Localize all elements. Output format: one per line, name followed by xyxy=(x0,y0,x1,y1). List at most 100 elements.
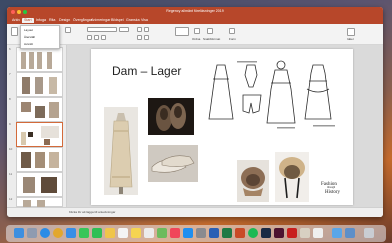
indesign-icon[interactable] xyxy=(274,228,284,238)
layout-dropdown-menu: Layout Återställ Avsnitt xyxy=(20,25,60,49)
menu-item-layout[interactable]: Layout xyxy=(24,28,33,32)
thumb-figure xyxy=(22,77,30,94)
paste-button[interactable] xyxy=(11,27,18,36)
tab-start[interactable]: Start xyxy=(22,17,34,23)
music-icon[interactable] xyxy=(170,228,180,238)
thumb-figure xyxy=(23,177,35,193)
slide-thumbnail[interactable] xyxy=(16,72,63,97)
thumb-figure xyxy=(21,132,26,145)
slide-title[interactable]: Dam – Lager xyxy=(112,64,181,78)
thumb-figure xyxy=(49,102,59,118)
undergarments-illustration[interactable] xyxy=(203,59,353,157)
preview-icon[interactable] xyxy=(300,228,310,238)
tab-arkiv[interactable]: Arkiv xyxy=(10,18,22,23)
textedit-icon[interactable] xyxy=(313,228,323,238)
notes-icon[interactable] xyxy=(131,228,141,238)
shoes-photo-dark[interactable] xyxy=(148,98,194,135)
ideas-button[interactable] xyxy=(347,28,355,36)
acrobat-icon[interactable] xyxy=(287,228,297,238)
thumb-figure xyxy=(41,126,59,138)
slide-editing-area: Dam – Lager Fashion through History xyxy=(67,45,383,207)
word-icon[interactable] xyxy=(209,228,219,238)
thumb-figure xyxy=(41,177,57,193)
notes-placeholder[interactable]: Klicka för att lägga till anteckningar xyxy=(69,210,115,214)
bullets-button[interactable] xyxy=(137,27,142,32)
window-title: Regency allmänt föreläsninger 2019 xyxy=(166,9,224,13)
thumb-figure xyxy=(21,102,31,112)
bonnet-photo-1[interactable] xyxy=(237,160,269,202)
slide-thumbnails-pane: 6 7 8 9 10 11 12 xyxy=(7,45,67,207)
thumb-figure xyxy=(37,200,45,207)
shape-format-label: Form xyxy=(229,37,236,41)
shapes-button[interactable] xyxy=(175,27,189,36)
tab-design[interactable]: Design xyxy=(57,18,72,23)
thumb-figure xyxy=(49,77,57,94)
font-box[interactable] xyxy=(87,27,117,32)
launchpad-icon[interactable] xyxy=(27,228,37,238)
arrange-label: Ordna xyxy=(192,37,201,41)
trash-icon[interactable] xyxy=(364,228,374,238)
powerpoint-icon[interactable] xyxy=(235,228,245,238)
quick-styles-button[interactable] xyxy=(207,28,213,34)
shape-format-button[interactable] xyxy=(229,28,235,34)
downloads-icon[interactable] xyxy=(345,228,355,238)
tab-visa[interactable]: Visa xyxy=(139,18,150,23)
thumb-number: 8 xyxy=(9,97,11,101)
thumb-number: 10 xyxy=(9,147,13,151)
new-slide-button[interactable] xyxy=(65,27,71,33)
numbering-button[interactable] xyxy=(144,27,149,32)
arrange-button[interactable] xyxy=(194,28,200,34)
thumb-figure xyxy=(35,152,45,168)
current-slide[interactable]: Dam – Lager Fashion through History xyxy=(91,49,353,205)
title-bar: Regency allmänt föreläsninger 2019 xyxy=(7,7,383,16)
ideas-label: Idéer xyxy=(347,37,354,41)
slide-thumbnail[interactable] xyxy=(16,172,63,197)
maps-icon[interactable] xyxy=(157,228,167,238)
app-store-icon[interactable] xyxy=(183,228,193,238)
thumb-number: 12 xyxy=(9,197,13,201)
reminders-icon[interactable] xyxy=(144,228,154,238)
slide-thumbnail[interactable] xyxy=(16,47,63,72)
slide-thumbnail[interactable] xyxy=(16,147,63,172)
thumb-figure xyxy=(35,77,43,94)
tab-infoga[interactable]: Infoga xyxy=(34,18,48,23)
italic-button[interactable] xyxy=(94,35,99,40)
slide-thumbnail-selected[interactable] xyxy=(16,122,63,147)
settings-icon[interactable] xyxy=(196,228,206,238)
mail-icon[interactable] xyxy=(66,228,76,238)
bonnet-photo-2[interactable] xyxy=(275,152,309,202)
slide-thumbnail[interactable] xyxy=(16,197,63,207)
thumb-figure xyxy=(28,132,33,137)
messages-icon[interactable] xyxy=(79,228,89,238)
bold-button[interactable] xyxy=(87,35,92,40)
thumb-number: 6 xyxy=(9,47,11,51)
font-size-box[interactable] xyxy=(119,27,129,32)
fashion-through-history-logo: Fashion through History xyxy=(321,182,349,202)
thumb-figure xyxy=(47,52,52,69)
facetime-icon[interactable] xyxy=(92,228,102,238)
slide-thumbnail[interactable] xyxy=(16,97,63,122)
tab-rita[interactable]: Rita xyxy=(47,18,57,23)
folder-icon[interactable] xyxy=(332,228,342,238)
dress-photo[interactable] xyxy=(104,107,138,195)
photos-icon[interactable] xyxy=(105,228,115,238)
shoes-photo-light[interactable] xyxy=(148,145,198,182)
lightroom-icon[interactable] xyxy=(261,228,271,238)
thumb-figure xyxy=(37,52,42,69)
menu-item-reset[interactable]: Återställ xyxy=(24,35,35,39)
excel-icon[interactable] xyxy=(222,228,232,238)
menu-item-section[interactable]: Avsnitt xyxy=(24,42,33,46)
align-center-button[interactable] xyxy=(144,35,149,40)
underline-button[interactable] xyxy=(101,35,106,40)
calendar-icon[interactable] xyxy=(118,228,128,238)
spotify-icon[interactable] xyxy=(248,228,258,238)
align-left-button[interactable] xyxy=(137,35,142,40)
thumb-figure xyxy=(35,106,45,118)
logo-line-3: History xyxy=(325,189,340,195)
thumb-figure xyxy=(44,139,50,145)
thumb-number: 11 xyxy=(9,172,13,176)
safari-icon[interactable] xyxy=(40,228,50,238)
finder-icon[interactable] xyxy=(14,228,24,238)
chrome-icon[interactable] xyxy=(53,228,63,238)
thumb-figure xyxy=(21,152,31,168)
